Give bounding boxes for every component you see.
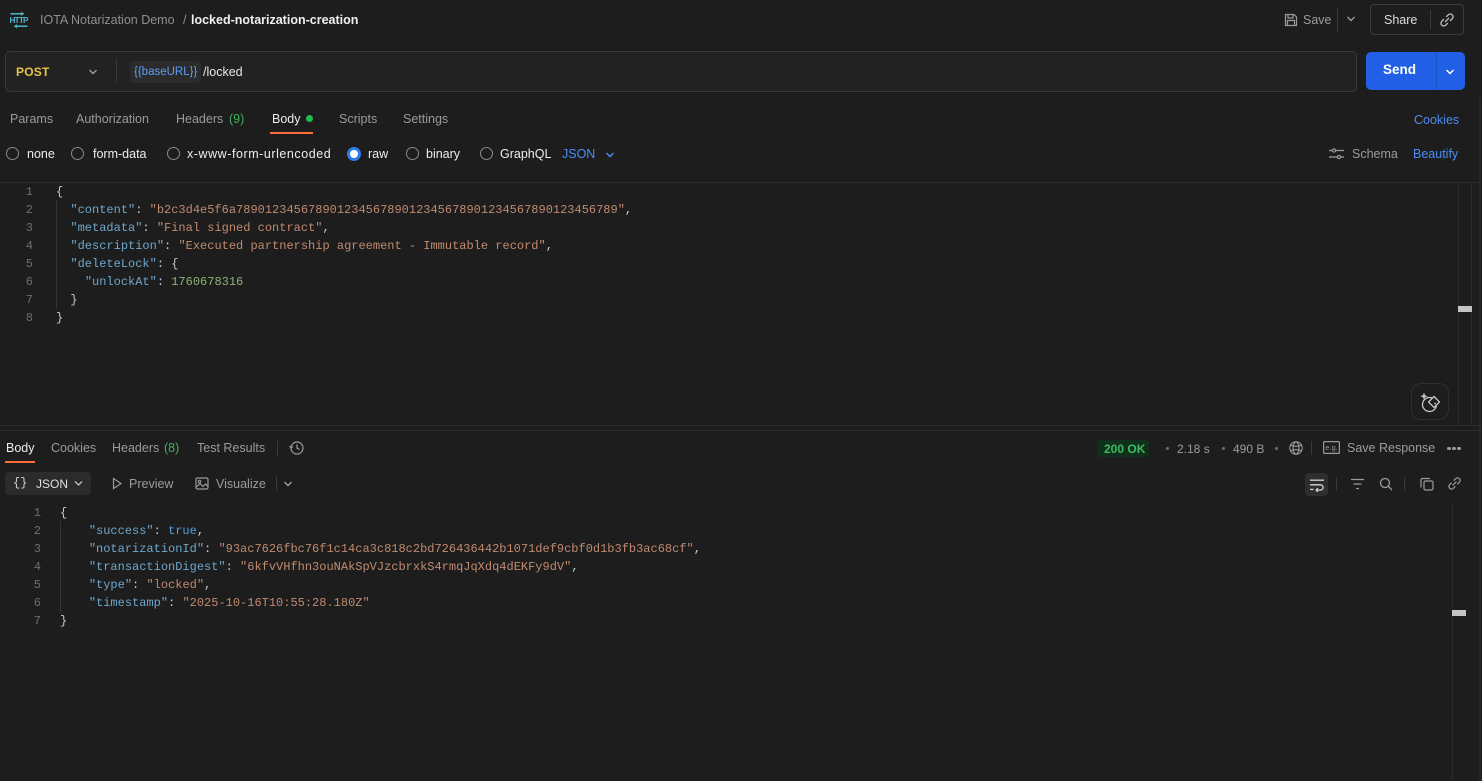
svg-text:HTTP: HTTP xyxy=(10,16,30,25)
svg-text:e.g.: e.g. xyxy=(1325,443,1338,452)
